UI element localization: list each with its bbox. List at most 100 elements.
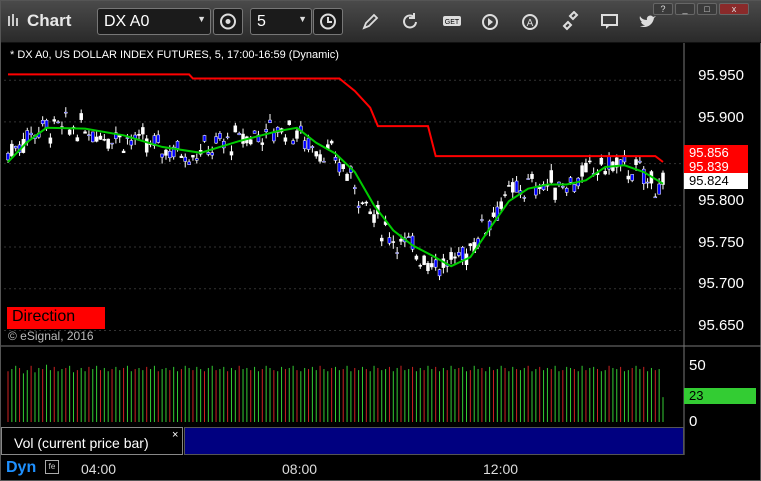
up-candle: [287, 120, 292, 125]
symbol-combo[interactable]: DX A0 ▼: [97, 8, 211, 35]
play-icon[interactable]: [479, 11, 501, 33]
down-candle: [310, 146, 315, 149]
down-candle: [225, 136, 230, 139]
price-axis-label: 95.900: [698, 109, 744, 126]
down-candle: [522, 197, 527, 199]
chevron-down-icon[interactable]: ▼: [298, 14, 307, 24]
down-candle: [645, 181, 650, 184]
up-candle: [67, 129, 72, 135]
clock-icon: [320, 13, 336, 30]
down-candle: [29, 132, 33, 136]
up-candle: [295, 130, 299, 139]
chevron-down-icon[interactable]: ▼: [197, 14, 206, 24]
up-candle: [241, 133, 245, 144]
help-button[interactable]: ?: [653, 3, 673, 15]
chart-caption: * DX A0, US DOLLAR INDEX FUTURES, 5, 17:…: [10, 49, 339, 61]
up-candle: [329, 140, 334, 144]
up-candle: [164, 149, 168, 156]
up-candle: [75, 137, 80, 142]
up-candle: [364, 201, 369, 204]
gear-icon: [220, 13, 236, 30]
green-line-series: [7, 126, 664, 268]
down-candle: [322, 161, 326, 163]
down-candle: [630, 174, 634, 181]
down-candle: [206, 152, 211, 155]
down-candle: [13, 145, 18, 149]
close-button[interactable]: x: [719, 3, 749, 15]
up-candle: [233, 125, 238, 133]
down-candle: [433, 259, 438, 268]
down-candle: [183, 156, 187, 162]
chart-window: Chart DX A0 ▼ 5 ▼ GET A ? _ □ x * DX A0,…: [0, 0, 761, 481]
up-candle: [260, 142, 265, 145]
up-candle: [283, 137, 288, 142]
up-candle: [144, 138, 149, 153]
interval-combo[interactable]: 5 ▼: [250, 8, 312, 35]
volume-axis-label: 0: [689, 413, 698, 430]
down-candle: [406, 236, 411, 238]
up-candle: [414, 255, 419, 260]
up-candle: [372, 214, 376, 223]
price-chart[interactable]: [1, 43, 761, 481]
down-candle: [306, 137, 311, 150]
time-axis-label: 12:00: [483, 461, 519, 477]
down-candle: [56, 121, 60, 124]
up-candle: [426, 263, 430, 271]
up-candle: [368, 211, 372, 215]
svg-text:A: A: [527, 18, 534, 29]
down-candle: [526, 178, 530, 180]
down-candle: [87, 134, 91, 136]
volume-study-label[interactable]: Vol (current price bar): [1, 427, 183, 455]
down-candle: [572, 184, 577, 192]
down-candle: [333, 156, 338, 161]
get-icon[interactable]: GET: [441, 11, 463, 33]
pencil-icon[interactable]: [359, 11, 381, 33]
settings-button[interactable]: [213, 8, 243, 35]
refresh-icon[interactable]: [399, 11, 421, 33]
down-candle: [618, 159, 623, 166]
chat-icon[interactable]: [599, 11, 621, 33]
up-candle: [137, 134, 141, 136]
down-candle: [460, 247, 465, 260]
down-candle: [564, 188, 569, 193]
up-candle: [121, 150, 126, 154]
volume-marker: 23: [684, 388, 756, 404]
down-candle: [129, 140, 134, 146]
up-candle: [52, 119, 56, 122]
down-candle: [64, 111, 68, 114]
down-candle: [6, 152, 10, 161]
alert-icon[interactable]: A: [519, 11, 541, 33]
down-candle: [457, 252, 461, 256]
up-candle: [510, 182, 515, 193]
price-axis-label: 95.700: [698, 275, 744, 292]
link-icon[interactable]: [559, 11, 581, 33]
up-candle: [588, 160, 592, 163]
time-button[interactable]: [313, 8, 343, 35]
fe-icon[interactable]: fe: [45, 460, 59, 474]
up-candle: [603, 171, 607, 175]
price-marker-last: 95.824: [684, 173, 748, 189]
up-candle: [141, 127, 145, 135]
up-candle: [379, 237, 384, 242]
price-axis-label: 95.950: [698, 67, 744, 84]
up-candle: [102, 139, 107, 141]
up-candle: [499, 201, 503, 209]
down-candle: [110, 142, 114, 145]
maximize-button[interactable]: □: [697, 3, 717, 15]
down-candle: [480, 219, 484, 221]
down-candle: [218, 133, 222, 139]
up-candle: [98, 135, 103, 140]
dynamic-label[interactable]: Dyn: [6, 459, 36, 477]
up-candle: [503, 194, 507, 196]
up-candle: [626, 175, 631, 180]
close-icon[interactable]: ×: [172, 429, 178, 441]
up-candle: [83, 131, 87, 134]
minimize-button[interactable]: _: [675, 3, 695, 15]
up-candle: [345, 173, 349, 181]
down-candle: [272, 132, 276, 142]
up-candle: [248, 139, 253, 145]
down-candle: [187, 161, 191, 165]
down-candle: [638, 160, 642, 163]
up-candle: [399, 239, 403, 242]
down-candle: [156, 134, 161, 143]
